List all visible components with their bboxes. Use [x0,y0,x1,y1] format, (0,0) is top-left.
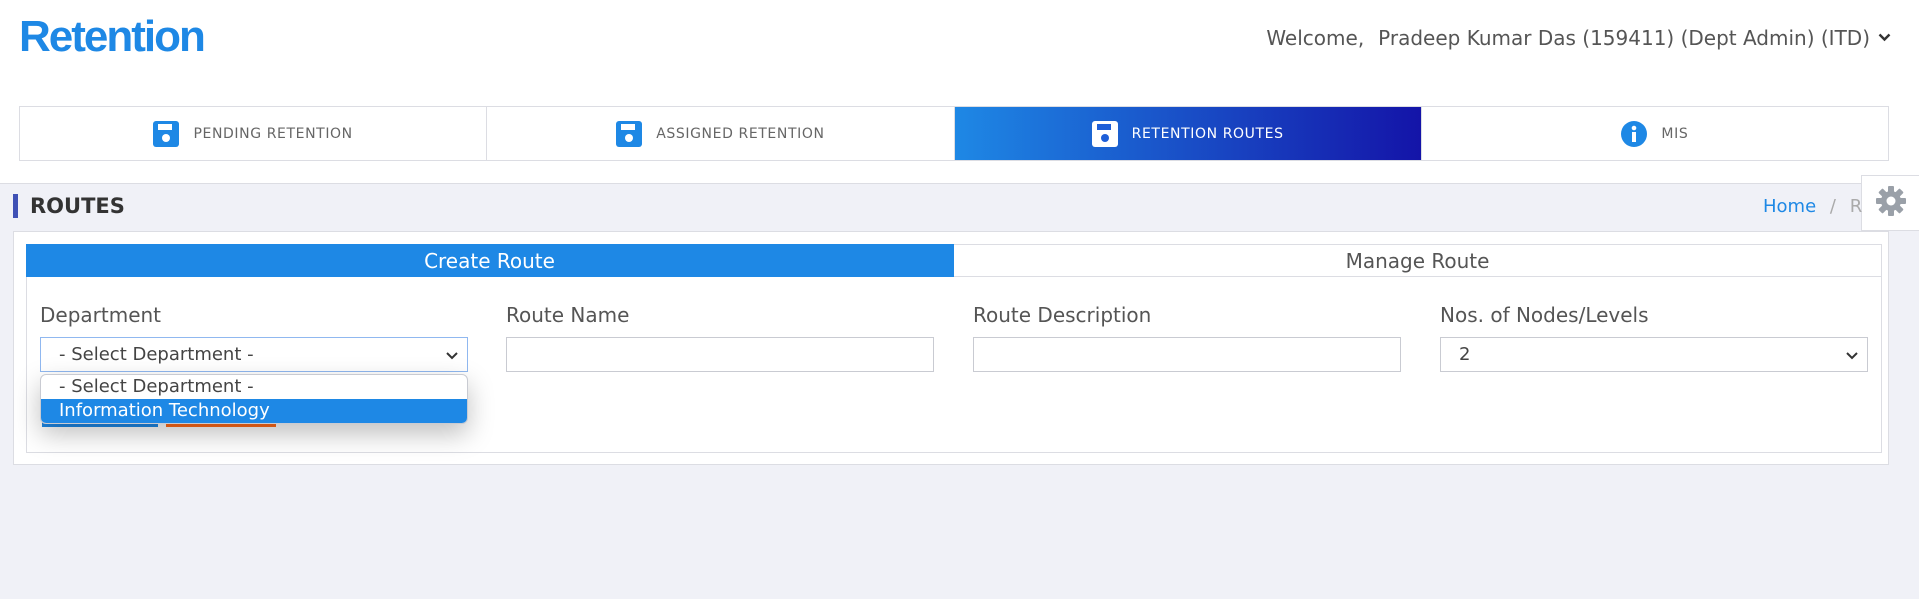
user-menu[interactable]: Welcome, Pradeep Kumar Das (159411) (Dep… [1266,26,1891,50]
tab-label: ASSIGNED RETENTION [656,125,825,142]
settings-toggle[interactable] [1861,175,1919,231]
floppy-disk-icon [616,120,643,147]
info-icon [1621,120,1648,147]
main-nav-tabs: PENDING RETENTION ASSIGNED RETENTION RET… [19,106,1889,161]
route-name-label: Route Name [506,303,630,327]
department-label: Department [40,303,162,327]
chevron-down-icon[interactable] [1878,30,1891,46]
department-option-highlighted[interactable]: Information Technology [41,399,467,423]
breadcrumb: Home / R [1763,196,1862,217]
gear-icon [1875,185,1907,221]
tab-pending-retention[interactable]: PENDING RETENTION [20,107,488,160]
nodes-levels-select[interactable]: 2 [1440,337,1868,372]
top-header: Retention Welcome, Pradeep Kumar Das (15… [0,0,1919,87]
breadcrumb-home[interactable]: Home [1763,196,1816,217]
chevron-down-icon [445,346,459,369]
department-select-value: - Select Department - [59,344,254,365]
department-option[interactable]: - Select Department - [41,375,467,399]
floppy-disk-icon [153,120,180,147]
brand-logo[interactable]: Retention [19,12,206,62]
breadcrumb-current: R [1849,196,1863,217]
tab-label: RETENTION ROUTES [1131,125,1284,142]
tab-label: PENDING RETENTION [193,125,353,142]
page-title: ROUTES [13,194,125,218]
tab-assigned-retention[interactable]: ASSIGNED RETENTION [487,107,955,160]
route-description-input[interactable] [973,337,1401,372]
tab-retention-routes[interactable]: RETENTION ROUTES [954,107,1422,160]
main-nav: PENDING RETENTION ASSIGNED RETENTION RET… [0,86,1919,184]
tab-label: MIS [1661,125,1689,142]
user-name[interactable]: Pradeep Kumar Das (159411) (Dept Admin) … [1378,26,1870,50]
breadcrumb-separator: / [1829,196,1836,217]
department-select[interactable]: - Select Department - [40,337,468,372]
tab-manage-route[interactable]: Manage Route [954,244,1882,277]
nodes-levels-value: 2 [1459,344,1471,365]
nodes-levels-label: Nos. of Nodes/Levels [1440,303,1649,327]
welcome-label: Welcome, [1266,26,1365,50]
floppy-disk-icon [1091,120,1118,147]
department-options-list: - Select Department - Information Techno… [40,374,468,424]
tab-mis[interactable]: MIS [1421,107,1888,160]
chevron-down-icon [1845,346,1859,369]
tab-create-route[interactable]: Create Route [26,244,954,277]
route-subtabs: Create Route Manage Route [26,244,1882,277]
route-name-input[interactable] [506,337,934,372]
route-description-label: Route Description [973,303,1152,327]
